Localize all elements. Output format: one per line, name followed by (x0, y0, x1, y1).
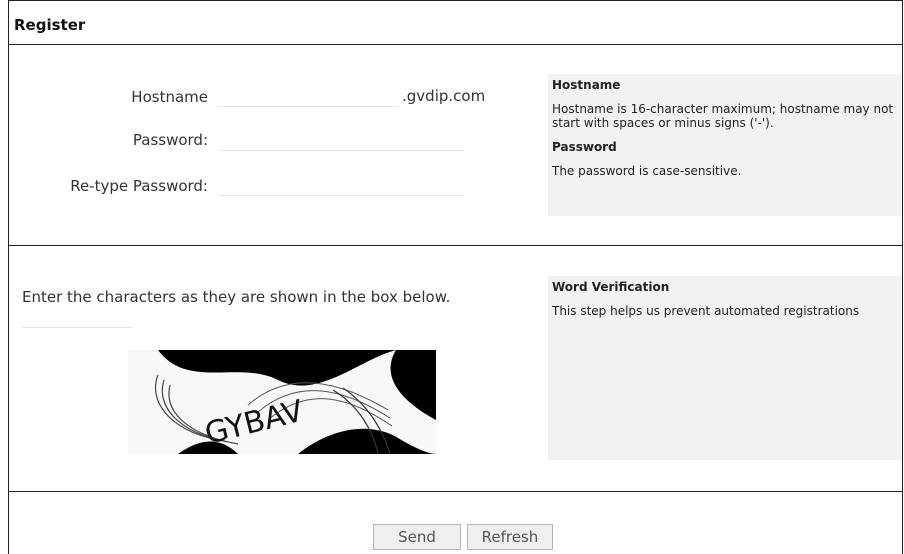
captcha-graphic: GYBAV (154, 350, 436, 454)
captcha-instruction: Enter the characters as they are shown i… (22, 288, 451, 306)
credentials-help-box: Hostname Hostname is 16-character maximu… (548, 74, 902, 216)
divider (9, 491, 903, 492)
password-label: Password: (132, 131, 208, 149)
retype-password-label: Re-type Password: (70, 177, 208, 195)
hostname-help-heading: Hostname (552, 78, 621, 92)
hostname-input[interactable] (218, 88, 398, 107)
password-help-text: The password is case-sensitive. (552, 164, 742, 178)
verification-help-text: This step helps us prevent automated reg… (552, 304, 860, 318)
divider (9, 44, 903, 45)
page-title: Register (14, 16, 86, 34)
refresh-button[interactable]: Refresh (467, 524, 553, 550)
hostname-domain-suffix: .gvdip.com (402, 87, 486, 105)
captcha-image: GYBAV (128, 350, 436, 454)
password-input[interactable] (218, 132, 464, 151)
verification-help-box: Word Verification This step helps us pre… (548, 276, 902, 460)
captcha-input[interactable] (22, 309, 132, 328)
password-help-heading: Password (552, 140, 617, 154)
verification-help-heading: Word Verification (552, 280, 670, 294)
divider (9, 245, 903, 246)
send-button[interactable]: Send (373, 524, 461, 550)
hostname-help-text: Hostname is 16-character maximum; hostna… (552, 102, 894, 130)
hostname-label: Hostname (131, 88, 208, 106)
captcha-text: GYBAV (201, 394, 307, 452)
retype-password-input[interactable] (218, 177, 464, 196)
